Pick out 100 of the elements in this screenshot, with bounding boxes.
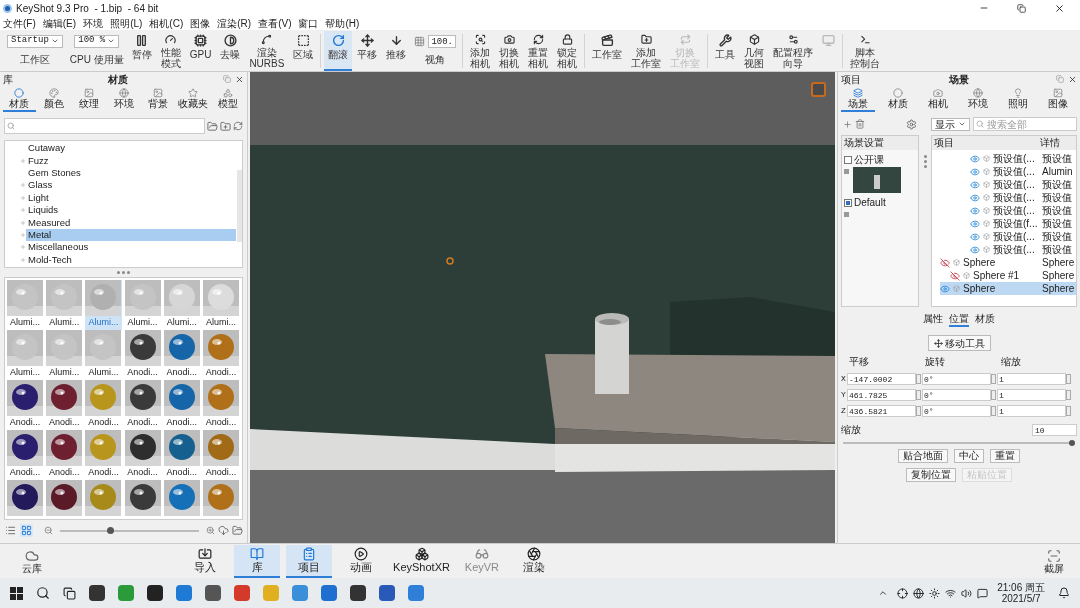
- eye-icon[interactable]: [940, 283, 950, 294]
- number-field[interactable]: 1: [997, 405, 1066, 417]
- undock-icon[interactable]: [1056, 75, 1064, 83]
- menu-item[interactable]: 照明(L): [110, 15, 143, 31]
- material-thumbnail[interactable]: Anodi...: [202, 380, 239, 430]
- move-tool-button[interactable]: 移动工具: [927, 335, 991, 351]
- close-icon[interactable]: [235, 74, 244, 84]
- zoom-out-icon[interactable]: [44, 526, 53, 535]
- tree-row[interactable]: 预设值(... 预设值: [970, 178, 1076, 191]
- material-thumbnail[interactable]: Anodi...: [163, 330, 200, 380]
- toolbar-button[interactable]: 添加 工作室: [627, 30, 665, 71]
- eye-icon[interactable]: [970, 166, 980, 177]
- search-field[interactable]: [4, 118, 205, 134]
- close-icon[interactable]: [1068, 74, 1077, 84]
- toolbar-button[interactable]: 工具: [711, 30, 739, 71]
- tree-row[interactable]: Sphere #1 Sphere: [950, 269, 1076, 282]
- toolbar-button[interactable]: 暂停: [127, 30, 156, 71]
- material-thumbnail[interactable]: Anodi...: [163, 430, 200, 480]
- tree-item[interactable]: Light: [26, 191, 236, 204]
- action-button[interactable]: 中心: [954, 449, 984, 463]
- material-thumbnail[interactable]: [124, 480, 161, 519]
- scene-tab[interactable]: 照明: [1001, 86, 1035, 112]
- number-field[interactable]: 0°: [922, 373, 991, 385]
- library-tab[interactable]: 纹理: [72, 86, 106, 112]
- cloud-download-icon[interactable]: [218, 525, 229, 536]
- checkbox[interactable]: [844, 198, 852, 207]
- material-thumbnail[interactable]: [202, 480, 239, 519]
- app-icon[interactable]: [147, 585, 163, 601]
- tree-item[interactable]: Metal: [26, 228, 236, 241]
- action-button[interactable]: 复制位置: [906, 468, 956, 482]
- material-thumbnail[interactable]: Anodi...: [124, 430, 161, 480]
- number-field[interactable]: 0°: [922, 405, 991, 417]
- material-thumbnail[interactable]: Alumi...: [202, 280, 239, 330]
- zoom-slider-track[interactable]: [60, 529, 199, 532]
- material-thumbnail[interactable]: Alumi...: [163, 280, 200, 330]
- toolbar-button[interactable]: 性能 模式: [156, 30, 185, 71]
- tree-item[interactable]: Liquids: [26, 204, 236, 217]
- library-tab[interactable]: 环境: [107, 86, 140, 112]
- chevron-up-icon[interactable]: [878, 588, 889, 598]
- clock-date[interactable]: 2021/5/7: [1001, 593, 1041, 604]
- toolbar-button[interactable]: 区域: [289, 30, 318, 71]
- field-of-view-field[interactable]: 100.: [428, 34, 456, 48]
- material-thumbnail[interactable]: [85, 480, 122, 519]
- properties-tab[interactable]: 材质: [975, 313, 995, 327]
- scene-tab[interactable]: 图像: [1041, 86, 1075, 112]
- material-thumbnail[interactable]: Alumi...: [124, 280, 161, 330]
- tree-item[interactable]: Miscellaneous: [26, 241, 236, 254]
- bottom-toolbar-button[interactable]: 项目: [286, 544, 333, 578]
- list-view-button[interactable]: [4, 524, 17, 537]
- tree-item[interactable]: Mold-Tech: [26, 253, 236, 266]
- grid-view-button[interactable]: [20, 524, 33, 537]
- scene-tab[interactable]: 相机: [921, 86, 955, 112]
- bottom-toolbar-button[interactable]: 渲染: [510, 544, 557, 578]
- number-field[interactable]: 1: [997, 389, 1066, 401]
- app-icon[interactable]: [350, 585, 366, 601]
- tree-item[interactable]: Measured: [26, 216, 236, 229]
- scale-slider-thumb[interactable]: [1069, 440, 1075, 446]
- menu-item[interactable]: 文件(F): [3, 15, 36, 31]
- app-icon[interactable]: [379, 585, 395, 601]
- library-tab[interactable]: 模型: [211, 86, 245, 112]
- eye-icon[interactable]: [970, 153, 980, 164]
- tree-item[interactable]: Fuzz: [26, 154, 236, 167]
- eye-icon[interactable]: [970, 192, 980, 203]
- menu-item[interactable]: 环境: [83, 15, 104, 31]
- toolbar-button[interactable]: 渲染 NURBS: [245, 30, 289, 71]
- menu-item[interactable]: 编辑(E): [42, 15, 77, 31]
- app-icon[interactable]: [89, 585, 105, 601]
- eye-icon[interactable]: [970, 244, 980, 255]
- refresh-icon[interactable]: [233, 121, 243, 131]
- menu-item[interactable]: 图像: [190, 15, 211, 31]
- tree-item[interactable]: Glass: [26, 179, 236, 192]
- display-dropdown[interactable]: 显示: [931, 117, 970, 131]
- dropdown[interactable]: Startup: [7, 34, 63, 48]
- material-thumbnail[interactable]: Anodi...: [7, 380, 44, 430]
- eye-off-icon[interactable]: [950, 270, 960, 281]
- checkbox[interactable]: [844, 155, 852, 164]
- material-thumbnail[interactable]: Anodi...: [7, 430, 44, 480]
- restore-icon[interactable]: [1017, 3, 1026, 13]
- toolbar-button[interactable]: GPU: [185, 30, 216, 71]
- rendered-scene-drawing[interactable]: [250, 72, 835, 543]
- material-thumbnail[interactable]: Anodi...: [46, 380, 83, 430]
- material-thumbnail[interactable]: Alumi...: [46, 330, 83, 380]
- toolbar-button[interactable]: 去噪: [216, 30, 245, 71]
- material-thumbnail[interactable]: [163, 480, 200, 519]
- folder-icon[interactable]: [207, 120, 218, 132]
- menu-item[interactable]: 相机(C): [149, 15, 184, 31]
- number-field[interactable]: 1: [997, 373, 1066, 385]
- drag-handle-icon[interactable]: [117, 271, 130, 274]
- material-thumbnail[interactable]: Anodi...: [85, 430, 122, 480]
- library-tab[interactable]: 收藏夹: [176, 86, 210, 112]
- viewport-overlay-icon[interactable]: [811, 82, 826, 97]
- toolbar-button[interactable]: 锁定 相机: [553, 30, 581, 71]
- properties-tab[interactable]: 位置: [949, 313, 969, 327]
- tray-icon[interactable]: [897, 587, 909, 599]
- material-thumbnail[interactable]: [46, 480, 83, 519]
- clock-time[interactable]: 21:06 周五: [997, 582, 1045, 593]
- scene-tab[interactable]: 材质: [881, 86, 915, 112]
- eye-off-icon[interactable]: [940, 257, 950, 268]
- pivot-marker-icon[interactable]: [446, 257, 454, 265]
- properties-tab[interactable]: 属性: [923, 313, 943, 327]
